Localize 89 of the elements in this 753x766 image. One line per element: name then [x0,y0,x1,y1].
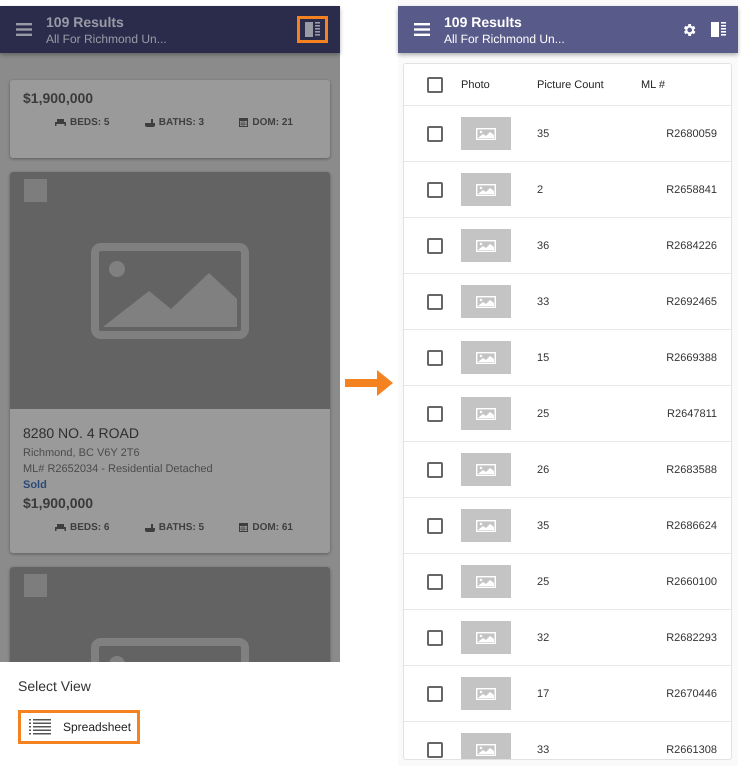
bed-icon [55,524,66,531]
column-header[interactable]: Photo [461,78,537,90]
table-cell-text: R2682293 [665,632,718,644]
days-on-market-stat: DOM: 61 [239,522,293,533]
bathtub-icon [144,524,155,532]
bed-icon [55,119,66,126]
table-cell-text: R2661308 [665,744,718,756]
row-checkbox[interactable] [426,182,442,198]
menu-icon[interactable] [414,23,430,36]
image-placeholder-icon [476,744,496,756]
settings-icon [681,22,697,38]
list-icon [29,718,51,736]
view-toggle-button[interactable] [711,22,726,37]
image-placeholder-icon [476,296,496,308]
table-cell-text: R2692465 [665,296,718,308]
row-checkbox[interactable] [426,406,442,422]
table-cell-text: R2670446 [665,688,718,700]
arrow-icon [345,370,393,396]
table-cell-text: 36 [537,240,550,252]
row-checkbox[interactable] [426,350,442,366]
table-cell-text: R2680059 [665,128,718,140]
beds-stat: BEDS: 6 [55,522,110,533]
search-subtitle: All For Richmond Un... [444,32,566,46]
row-checkbox[interactable] [426,518,442,534]
view-option[interactable]: Spreadsheet [18,710,140,744]
row-checkbox[interactable] [426,630,442,646]
table-cell-text: 35 [537,128,550,140]
row-checkbox[interactable] [426,462,442,478]
image-placeholder-icon [476,520,496,532]
table-cell-text: R2669388 [665,352,718,364]
listing-status: Sold [23,478,48,493]
calendar-icon [239,523,248,532]
table-cell-text: R2658841 [665,184,718,196]
image-placeholder-icon [476,632,496,644]
settings-button[interactable] [681,22,697,38]
view-toggle-button[interactable] [297,16,328,43]
column-header[interactable]: Picture Count [537,78,641,90]
table-cell-text: R2647811 [666,408,718,420]
view-toggle-icon [305,22,320,37]
table-cell-text: R2686624 [665,520,718,532]
listing-price: $1,900,000 [23,90,94,106]
row-checkbox[interactable] [426,126,442,142]
table-cell-text: 35 [537,520,550,532]
beds-stat: BEDS: 5 [55,117,110,128]
days-on-market-stat: DOM: 21 [239,117,293,128]
row-checkbox[interactable] [426,686,442,702]
row-checkbox[interactable] [426,294,442,310]
listing-ml-number: ML# R2652034 - Residential Detached [23,462,214,477]
sheet-title: Select View [18,678,92,694]
table-cell-text: 15 [537,352,550,364]
image-placeholder-icon [476,184,496,196]
select-checkbox[interactable] [24,179,47,202]
select-all-checkbox[interactable] [426,76,442,92]
row-checkbox[interactable] [426,238,442,254]
image-placeholder-icon [476,128,496,140]
listing-city: Richmond, BC V6Y 2T6 [23,446,141,461]
image-placeholder-icon [91,242,249,338]
image-placeholder-icon [476,352,496,364]
row-checkbox[interactable] [426,742,442,758]
table-cell-text: R2660100 [665,576,718,588]
row-checkbox[interactable] [426,574,442,590]
table-cell-text: 25 [537,408,550,420]
table-cell-text: 25 [537,576,550,588]
image-placeholder-icon [476,464,496,476]
table-cell-text: 33 [537,296,550,308]
listing-address: 8280 NO. 4 ROAD [23,425,140,441]
menu-icon[interactable] [16,23,32,36]
table-cell-text: 33 [537,744,550,756]
bathtub-icon [144,118,155,126]
image-placeholder-icon [476,408,496,420]
calendar-icon [239,118,248,127]
table-cell-text: 2 [537,184,544,196]
view-toggle-icon [711,22,726,37]
image-placeholder-icon [476,688,496,700]
table-cell-text: 26 [537,464,550,476]
column-header[interactable]: ML # [641,78,731,90]
image-placeholder-icon [476,240,496,252]
results-title: 109 Results [46,14,125,30]
results-title: 109 Results [444,14,523,30]
listing-price: $1,900,000 [23,495,94,511]
select-checkbox[interactable] [24,574,47,597]
table-cell-text: 32 [537,632,550,644]
baths-stat: BATHS: 5 [144,522,204,533]
image-placeholder-icon [476,576,496,588]
baths-stat: BATHS: 3 [144,117,204,128]
table-cell-text: R2684226 [665,240,718,252]
search-subtitle: All For Richmond Un... [46,32,168,46]
table-cell-text: 17 [537,688,550,700]
table-cell-text: R2683588 [665,464,718,476]
